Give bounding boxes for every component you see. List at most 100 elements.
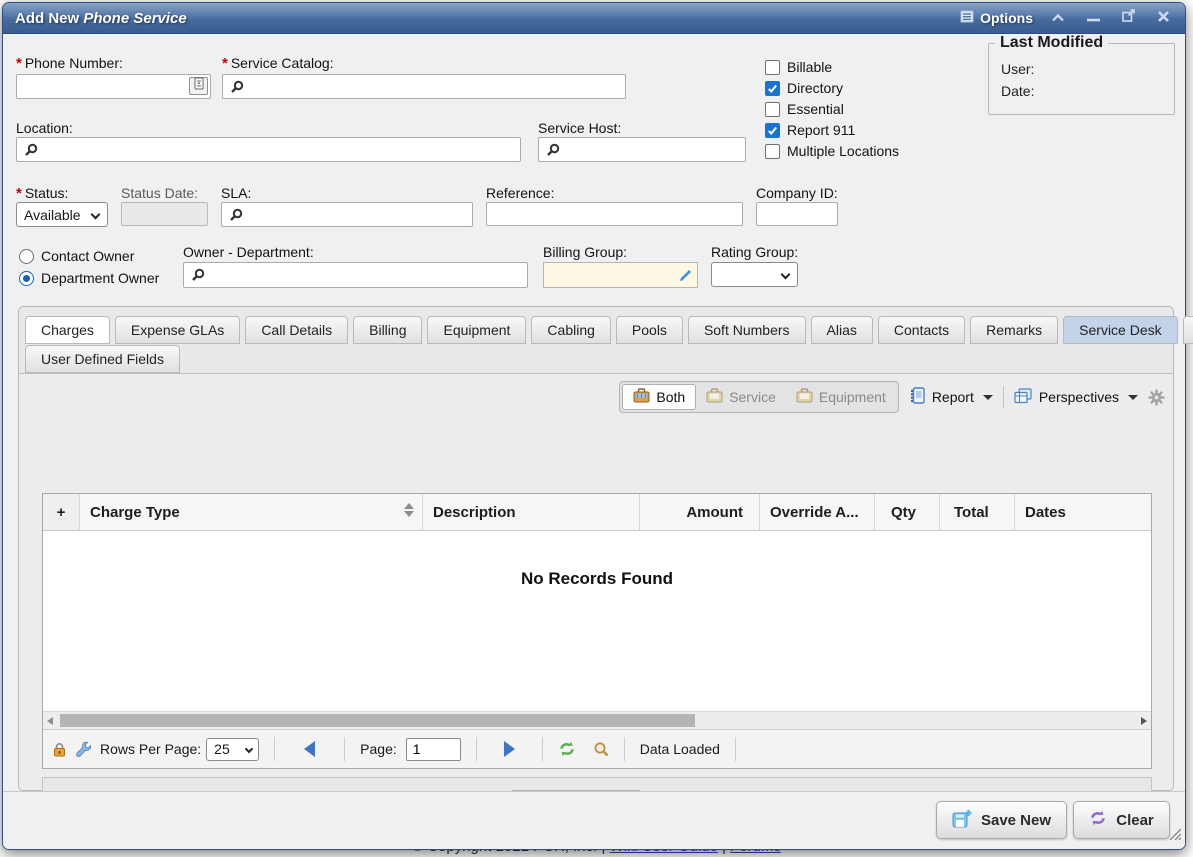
rows-per-page-label: Rows Per Page: — [100, 741, 201, 757]
column-header-charge-type[interactable]: Charge Type — [80, 494, 423, 530]
grid-pagination-bar: Rows Per Page: 25 Page: — [43, 729, 1151, 768]
radio-icon — [19, 249, 34, 264]
tab-remarks[interactable]: Remarks — [970, 316, 1058, 344]
checkbox-icon — [765, 123, 780, 138]
clear-button[interactable]: Clear — [1073, 801, 1170, 839]
service-host-label: Service Host: — [538, 120, 621, 136]
add-new-phone-service-dialog: Add New Phone Service Options — [2, 2, 1186, 850]
checkbox-icon — [765, 81, 780, 96]
save-new-button[interactable]: Save New — [936, 801, 1067, 839]
checkbox-essential[interactable]: Essential — [765, 101, 844, 117]
tab-expense-glas[interactable]: Expense GLAs — [115, 316, 240, 344]
horizontal-scrollbar[interactable] — [43, 711, 1151, 729]
scrollbar-thumb[interactable] — [60, 714, 695, 727]
tab-equipment[interactable]: Equipment — [427, 316, 526, 344]
radio-contact-owner[interactable]: Contact Owner — [19, 248, 134, 264]
lock-icon[interactable] — [53, 742, 66, 757]
page-number-input[interactable] — [406, 738, 461, 761]
dialog-titlebar[interactable]: Add New Phone Service Options — [3, 3, 1185, 34]
checkbox-report-911[interactable]: Report 911 — [765, 122, 855, 138]
no-records-message: No Records Found — [43, 569, 1151, 589]
reference-input[interactable] — [486, 202, 743, 226]
briefcase-icon — [633, 388, 650, 406]
minimize-button[interactable] — [1083, 8, 1103, 28]
refresh-icon[interactable] — [558, 741, 576, 757]
view-equipment-button[interactable]: Equipment — [786, 385, 896, 409]
search-icon — [230, 80, 244, 94]
scroll-left-icon[interactable] — [47, 717, 53, 725]
caret-down-icon — [983, 395, 993, 400]
checkbox-icon — [765, 60, 780, 75]
perspectives-button[interactable]: Perspectives — [1014, 388, 1138, 407]
tab-service-desk[interactable]: Service Desk — [1063, 316, 1177, 344]
view-service-button[interactable]: Service — [696, 385, 786, 409]
popout-icon — [1122, 9, 1135, 27]
tab-pools[interactable]: Pools — [616, 316, 683, 344]
report-button[interactable]: Report — [909, 387, 993, 407]
search-icon — [546, 143, 560, 157]
tab-user-defined-fields[interactable]: User Defined Fields — [25, 345, 180, 373]
status-date-label: Status Date: — [121, 185, 198, 201]
owner-department-field-wrap — [183, 262, 528, 288]
owner-department-input[interactable] — [183, 262, 528, 288]
radio-icon — [19, 271, 34, 286]
column-header-description[interactable]: Description — [423, 494, 640, 530]
column-header-qty[interactable]: Qty — [875, 494, 940, 530]
scroll-right-icon[interactable] — [1141, 717, 1147, 725]
tab-billing[interactable]: Billing — [353, 316, 422, 344]
checkbox-directory[interactable]: Directory — [765, 80, 843, 96]
tab-contacts[interactable]: Contacts — [878, 316, 965, 344]
tab-cabling[interactable]: Cabling — [531, 316, 610, 344]
tab-charges[interactable]: Charges — [25, 316, 110, 344]
pencil-icon[interactable] — [679, 269, 692, 287]
sort-icon[interactable] — [404, 503, 414, 517]
tab-soft-numbers[interactable]: Soft Numbers — [688, 316, 806, 344]
options-button[interactable]: Options — [960, 10, 1033, 26]
service-host-input[interactable] — [538, 137, 746, 162]
rating-group-select[interactable] — [711, 262, 798, 287]
sla-field-wrap — [221, 202, 473, 227]
close-icon — [1158, 9, 1169, 27]
dialog-footer: Save New Clear — [3, 791, 1185, 849]
reference-label: Reference: — [486, 185, 554, 201]
view-toggle-group: Both Service Equipment — [619, 381, 898, 413]
close-button[interactable] — [1153, 8, 1173, 28]
column-header-total[interactable]: Total — [940, 494, 1015, 530]
status-select[interactable]: Available — [16, 202, 108, 227]
rows-per-page-select[interactable]: 25 — [206, 738, 259, 761]
view-both-button[interactable]: Both — [622, 384, 696, 410]
tab-alias[interactable]: Alias — [811, 316, 873, 344]
collapse-button[interactable] — [1048, 8, 1068, 28]
status-label: *Status: — [16, 185, 68, 202]
location-input[interactable] — [16, 137, 521, 162]
checkbox-billable[interactable]: Billable — [765, 59, 832, 75]
column-header-add[interactable]: + — [43, 494, 80, 530]
page-label: Page: — [360, 741, 397, 757]
minimize-icon — [1087, 9, 1100, 27]
chevron-down-icon — [91, 210, 101, 220]
phone-number-input[interactable] — [16, 74, 211, 99]
charges-grid-header: + Charge Type Description Amount Overrid… — [43, 494, 1151, 531]
tab-call-details[interactable]: Call Details — [245, 316, 348, 344]
tab-attachments[interactable]: Attachments — [1183, 316, 1193, 344]
previous-page-button[interactable] — [304, 741, 315, 757]
column-header-override-amount[interactable]: Override A... — [760, 494, 875, 530]
sla-input[interactable] — [221, 202, 473, 227]
column-header-amount[interactable]: Amount — [640, 494, 760, 530]
company-id-input[interactable] — [756, 202, 838, 226]
checkbox-multiple-locations[interactable]: Multiple Locations — [765, 143, 899, 159]
search-grid-icon[interactable] — [593, 741, 609, 757]
wrench-icon[interactable] — [75, 741, 91, 757]
rating-group-label: Rating Group: — [711, 244, 798, 260]
resize-grip[interactable] — [1166, 825, 1181, 845]
column-header-dates[interactable]: Dates — [1015, 494, 1151, 530]
grid-settings-gear-icon[interactable] — [1148, 389, 1165, 406]
billing-group-field[interactable] — [543, 262, 698, 288]
phone-number-picker-button[interactable] — [189, 77, 208, 95]
charges-grid: + Charge Type Description Amount Overrid… — [42, 493, 1152, 769]
service-catalog-input[interactable] — [222, 74, 626, 99]
radio-department-owner[interactable]: Department Owner — [19, 270, 159, 286]
options-list-icon — [960, 10, 974, 26]
next-page-button[interactable] — [504, 741, 515, 757]
popout-button[interactable] — [1118, 8, 1138, 28]
